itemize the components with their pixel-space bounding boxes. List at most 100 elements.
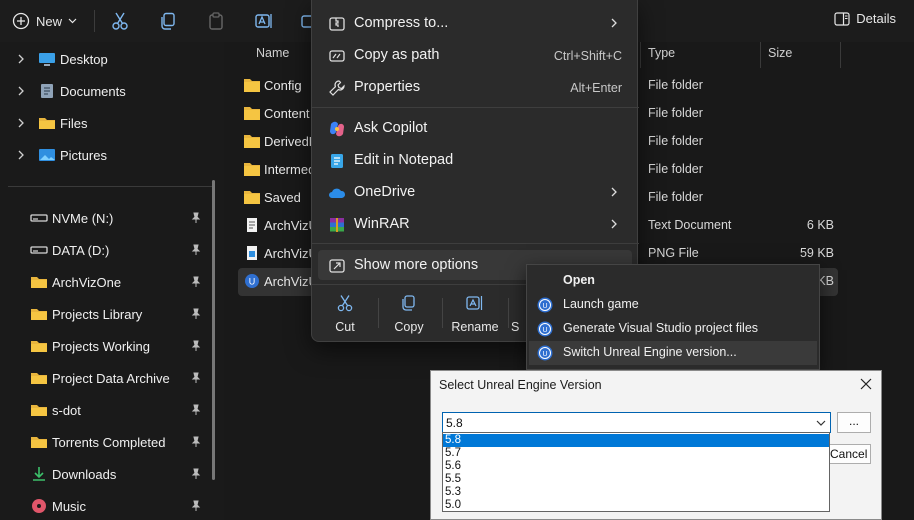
quick-access-item-nvme-n[interactable]: NVMe (N:) — [0, 204, 220, 232]
version-option[interactable]: 5.0 — [443, 499, 829, 511]
close-icon[interactable] — [859, 377, 873, 391]
menu-item-copy-as-path[interactable]: Copy as path Ctrl+Shift+C — [318, 40, 632, 70]
folder-icon — [30, 434, 48, 450]
plus-circle-icon — [12, 12, 30, 30]
quick-access-item-data-d[interactable]: DATA (D:) — [0, 236, 220, 264]
column-divider[interactable] — [640, 42, 641, 68]
winrar-icon — [328, 216, 346, 234]
unreal-engine-icon: U — [537, 297, 553, 313]
quick-access-item-torrents-completed[interactable]: Torrents Completed — [0, 428, 220, 456]
menu-item-ask-copilot[interactable]: Ask Copilot — [318, 113, 632, 143]
menu-action-label: Rename — [451, 320, 499, 334]
column-divider[interactable] — [840, 42, 841, 68]
paste-icon[interactable] — [206, 11, 226, 31]
pin-icon[interactable] — [190, 276, 202, 288]
menu-action-copy[interactable]: Copy — [379, 292, 439, 338]
column-header-type[interactable]: Type — [648, 46, 675, 60]
quick-access-item-s-dot[interactable]: s-dot — [0, 396, 220, 424]
file-name: Intermed — [264, 162, 312, 177]
chevron-down-icon — [816, 420, 826, 426]
pin-icon[interactable] — [190, 404, 202, 416]
folder-icon — [30, 370, 48, 386]
folder-icon — [244, 134, 260, 148]
pin-icon[interactable] — [190, 436, 202, 448]
version-option[interactable]: 5.6 — [443, 460, 829, 473]
sidebar-item-pictures[interactable]: Pictures — [0, 141, 220, 169]
legacy-menu-item-label: Launch game — [563, 297, 639, 311]
quick-access-label: Music — [52, 498, 86, 514]
sidebar-divider — [8, 186, 212, 187]
quick-access-label: Torrents Completed — [52, 434, 166, 450]
menu-item-onedrive[interactable]: OneDrive — [318, 177, 632, 207]
legacy-menu-item-label: Generate Visual Studio project files — [563, 321, 759, 335]
menu-item-label: Ask Copilot — [354, 120, 428, 136]
quick-access-item-projects-library[interactable]: Projects Library — [0, 300, 220, 328]
menu-action-cut[interactable]: Cut — [315, 292, 375, 338]
sidebar-item-files[interactable]: Files — [0, 109, 220, 137]
legacy-menu-item-label: Open — [563, 273, 595, 287]
sidebar-item-desktop[interactable]: Desktop — [0, 45, 220, 73]
pin-icon[interactable] — [190, 500, 202, 512]
pin-icon[interactable] — [190, 212, 202, 224]
legacy-menu-item-switch-unreal-engine-version[interactable]: U Switch Unreal Engine version... — [529, 341, 817, 365]
legacy-menu-item-open[interactable]: Open — [529, 269, 817, 293]
folder-icon — [30, 402, 48, 418]
notepad-icon — [328, 152, 346, 170]
column-header-name[interactable]: Name — [256, 46, 289, 60]
menu-item-label: OneDrive — [354, 184, 416, 200]
quick-access-label: Downloads — [52, 466, 117, 482]
rename-icon — [466, 294, 484, 312]
menu-item-winrar[interactable]: WinRAR — [318, 209, 632, 239]
quick-access-label: NVMe (N:) — [52, 210, 114, 226]
menu-item-properties[interactable]: Properties Alt+Enter — [318, 72, 632, 102]
quick-access-item-downloads[interactable]: Downloads — [0, 460, 220, 488]
menu-item-edit-in-notepad[interactable]: Edit in Notepad — [318, 145, 632, 175]
details-label: Details — [856, 11, 896, 26]
chevron-right-icon[interactable] — [16, 54, 26, 64]
pin-icon[interactable] — [190, 372, 202, 384]
quick-access-label: Projects Library — [52, 306, 143, 322]
cut-icon[interactable] — [110, 11, 130, 31]
legacy-menu-item-generate-visual-studio-project-files[interactable]: U Generate Visual Studio project files — [529, 317, 817, 341]
legacy-menu-item-launch-game[interactable]: U Launch game — [529, 293, 817, 317]
music-icon — [30, 498, 48, 514]
quick-access-label: DATA (D:) — [52, 242, 110, 258]
file-type: File folder — [648, 190, 703, 204]
folder-icon — [244, 78, 260, 92]
details-button[interactable]: Details — [834, 11, 896, 26]
sidebar-item-documents[interactable]: Documents — [0, 77, 220, 105]
new-button[interactable]: New — [12, 9, 77, 33]
column-header-size[interactable]: Size — [768, 46, 792, 60]
menu-item-compress-to[interactable]: Compress to... — [318, 8, 632, 38]
engine-version-select[interactable]: 5.8 — [442, 412, 831, 433]
details-pane-icon — [834, 11, 850, 26]
folder-icon — [30, 274, 48, 290]
version-option[interactable]: 5.3 — [443, 486, 829, 499]
pin-icon[interactable] — [190, 468, 202, 480]
quick-access-item-music[interactable]: Music — [0, 492, 220, 520]
sidebar-scrollbar[interactable] — [212, 180, 215, 480]
copy-icon[interactable] — [158, 11, 178, 31]
pin-icon[interactable] — [190, 340, 202, 352]
file-name: DerivedD — [264, 134, 312, 149]
chevron-right-icon[interactable] — [16, 118, 26, 128]
pin-icon[interactable] — [190, 308, 202, 320]
version-option[interactable]: 5.5 — [443, 473, 829, 486]
menu-action-rename[interactable]: Rename — [445, 292, 505, 338]
menu-action-s[interactable]: S — [509, 292, 523, 338]
sidebar-item-label: Pictures — [60, 147, 107, 163]
column-divider[interactable] — [760, 42, 761, 68]
browse-button[interactable]: ... — [837, 412, 871, 433]
pin-icon[interactable] — [190, 244, 202, 256]
quick-access-item-archvizone[interactable]: ArchVizOne — [0, 268, 220, 296]
menu-item-shortcut: Ctrl+Shift+C — [553, 49, 622, 63]
file-name: ArchVizU — [264, 218, 312, 233]
quick-access-item-projects-working[interactable]: Projects Working — [0, 332, 220, 360]
quick-access-item-project-data-archive[interactable]: Project Data Archive — [0, 364, 220, 392]
chevron-right-icon[interactable] — [16, 150, 26, 160]
chevron-right-icon[interactable] — [16, 86, 26, 96]
image-file-icon — [244, 246, 260, 260]
version-option[interactable]: 5.8 — [443, 434, 829, 447]
rename-icon[interactable] — [254, 11, 274, 31]
version-option[interactable]: 5.7 — [443, 447, 829, 460]
